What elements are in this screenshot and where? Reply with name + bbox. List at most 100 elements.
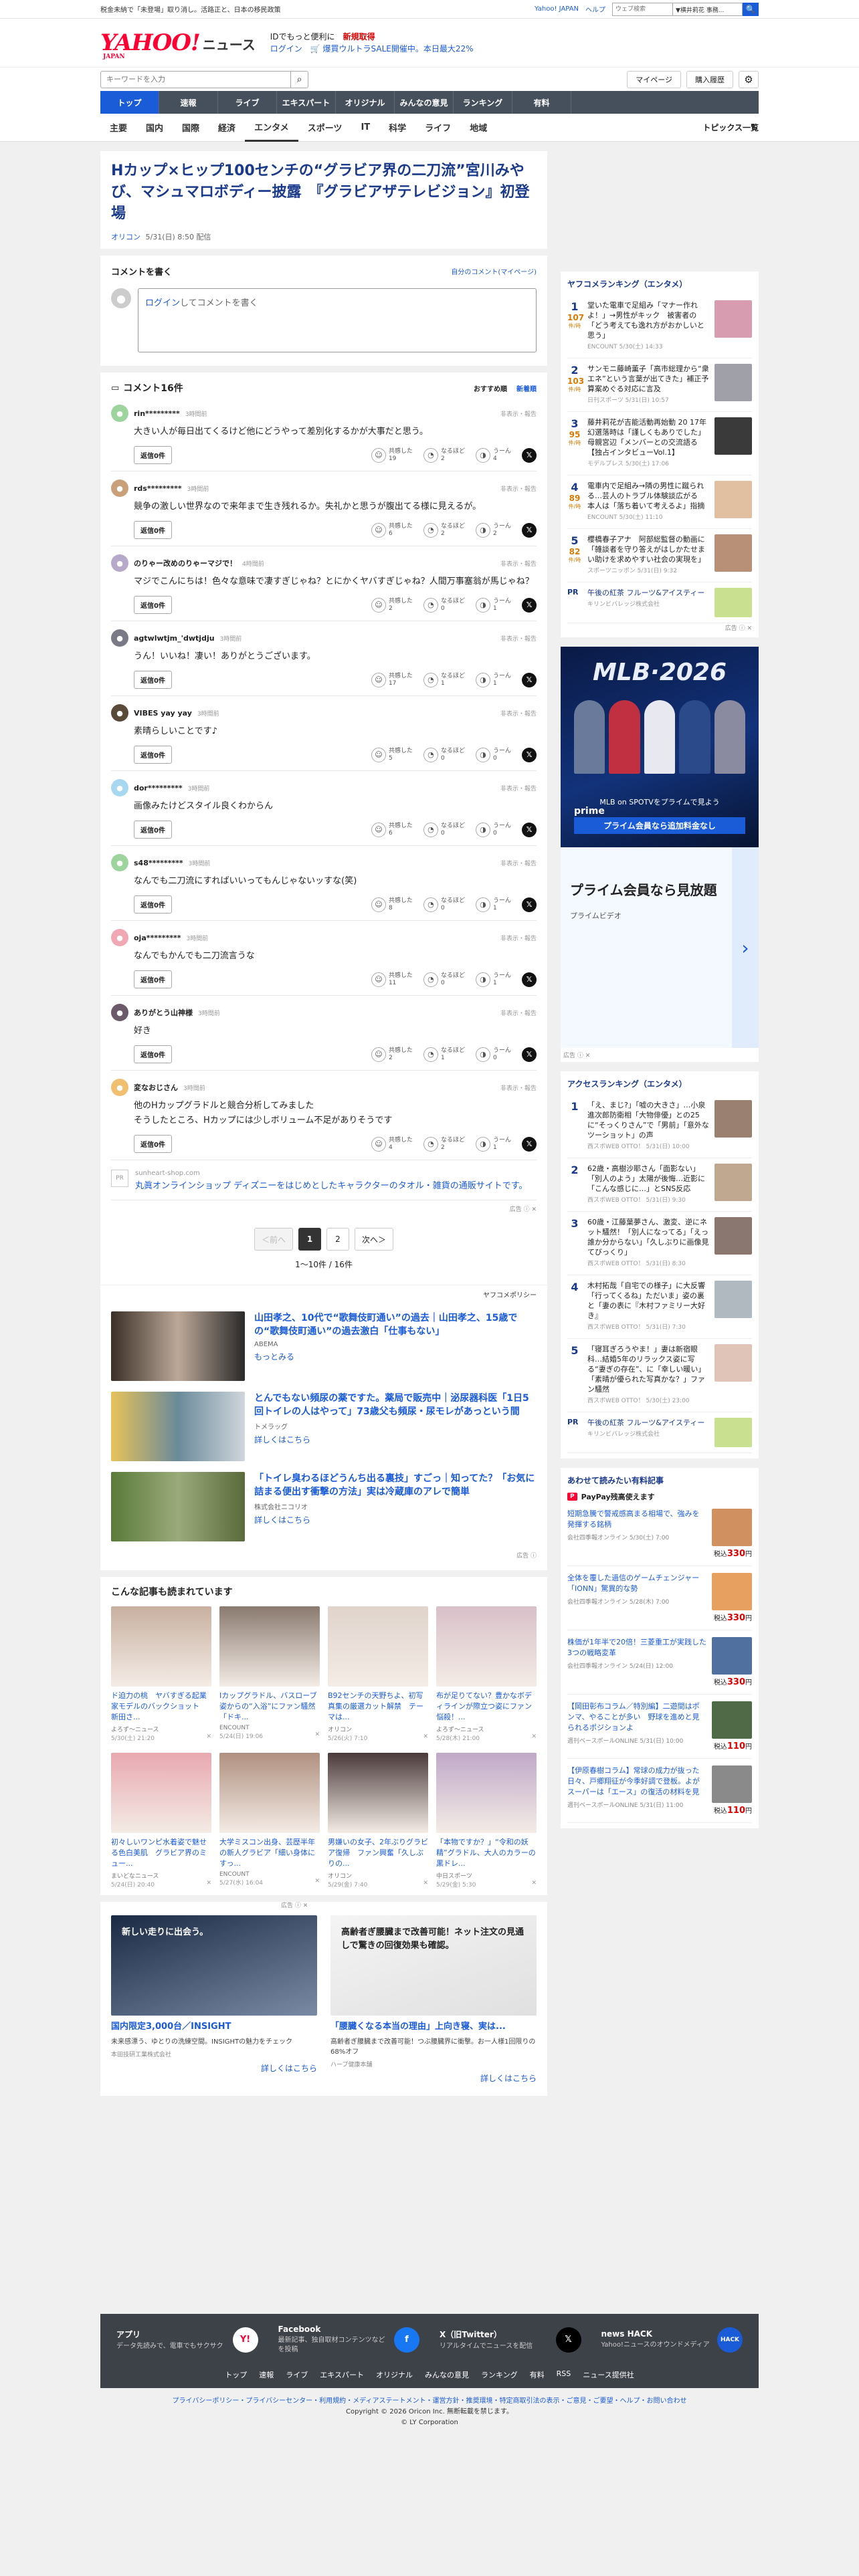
tab-7[interactable]: 有料	[512, 91, 571, 114]
avatar[interactable]: ●	[111, 405, 128, 422]
more-link[interactable]: 詳しくはこちら	[111, 2062, 317, 2074]
sponsored-article[interactable]: とんでもない頻尿の薬ですた。薬局で販売中｜泌尿器科医「1日5回トイレの人はやって…	[111, 1386, 537, 1467]
hide-report-link[interactable]: 非表示・報告	[500, 409, 537, 418]
react-insightful-button[interactable]: ◔ なるほど 0	[423, 972, 465, 987]
comment-author[interactable]: dor*********	[134, 784, 183, 792]
paid-article[interactable]: 全体を覆した過信のゲームチェンジャー「IONN」驚異的な勢 会社四季報オンライン …	[567, 1566, 752, 1630]
bottom-ad[interactable]: 高齢者ぎ腰臓まで改善可能！ネット注文の見通しで驚きの回復効果も確認。「腰臓くなる…	[330, 1915, 537, 2084]
category-tab-2[interactable]: 国際	[173, 114, 209, 142]
ranking-item[interactable]: 3 95 件/時 藤井莉花が吉能活動再始動 20 17年幻選落時は「謹しくもありでした…	[567, 412, 752, 475]
footer-x-link[interactable]: X（旧Twitter） リアルタイムでニュースを配信 𝕏	[440, 2325, 581, 2355]
access-ranking-item[interactable]: 1 「え、まじ?」「嘘の大きさ」…小泉進次郎防衛相「大物俳優」との25に“そっくり…	[567, 1095, 752, 1158]
top-promo-link[interactable]: 税金未納で「未登場」取り消し。活路正と、日本の移民政策	[100, 4, 535, 14]
x-share-icon[interactable]: 𝕏	[522, 1136, 537, 1152]
prime-video-ad[interactable]: MLB·2026 prime MLB on SPOTVをプライムで見よう プライ…	[561, 647, 759, 1062]
rank-image[interactable]	[714, 1217, 752, 1255]
paid-image[interactable]	[712, 1701, 752, 1739]
tab-0[interactable]: トップ	[100, 91, 159, 114]
avatar[interactable]: ●	[111, 704, 128, 722]
tab-5[interactable]: みんなの意見	[395, 91, 454, 114]
close-icon[interactable]: ✕	[531, 1733, 537, 1742]
footer-link-4[interactable]: オリジナル	[376, 2369, 413, 2380]
related-card[interactable]: Iカップグラドル、バスローブ姿からの“入浴”にファン騒然「ドキ... ENCOUN…	[219, 1606, 320, 1742]
paid-image[interactable]	[712, 1509, 752, 1546]
rank-image[interactable]	[714, 481, 752, 518]
react-hmm-button[interactable]: ◑ うーん 0	[475, 822, 511, 837]
comment-author[interactable]: VIBES yay yay	[134, 709, 192, 718]
react-empathy-button[interactable]: ☺ 共感した 4	[371, 1136, 413, 1152]
related-title[interactable]: 布が足りてない？豊かなボディラインが際立つ姿にファン悩殺！...	[436, 1691, 537, 1723]
rank-title[interactable]: 電車内で足組み→隣の男性に蹴られる…芸人のトラブル体験談広がる 本人は「落ち着い…	[587, 481, 709, 511]
hide-report-link[interactable]: 非表示・報告	[500, 634, 537, 643]
reply-button[interactable]: 返信0件	[134, 671, 172, 689]
related-card[interactable]: B92センチの天野ちよ、初写真集の厳選カット解禁 テーマは... オリコン 5/26…	[328, 1606, 428, 1742]
page-1-button[interactable]: 1	[298, 1228, 321, 1251]
bottom-ad-title[interactable]: 国内限定3,000台／INSIGHT	[111, 2021, 317, 2033]
comment-author[interactable]: 変なおじさん	[134, 1082, 178, 1093]
close-icon[interactable]: ✕	[314, 1731, 320, 1740]
sort-recommended[interactable]: おすすめ順	[474, 383, 507, 393]
x-share-icon[interactable]: 𝕏	[522, 672, 537, 687]
category-tab-1[interactable]: 国内	[136, 114, 173, 142]
reply-button[interactable]: 返信0件	[134, 821, 172, 839]
react-insightful-button[interactable]: ◔ なるほど 2	[423, 447, 465, 463]
close-icon[interactable]: ✕	[423, 1733, 428, 1742]
comment-policy-link[interactable]: ヤフコメポリシー	[100, 1285, 547, 1303]
x-share-icon[interactable]: 𝕏	[522, 972, 537, 987]
ad-label[interactable]: 広告 ⓘ ✕	[567, 623, 752, 632]
tab-2[interactable]: ライブ	[218, 91, 277, 114]
paid-title[interactable]: 【伊原春樹コラム】常球の成力が抜った日々、戸郷翔征が今季好調で登板。よがスーパー…	[567, 1765, 706, 1798]
footer-link-5[interactable]: みんなの意見	[425, 2369, 469, 2380]
rank-image[interactable]	[714, 1281, 752, 1318]
ranking-item[interactable]: 4 89 件/時 電車内で足組み→隣の男性に蹴られる…芸人のトラブル体験談広がる 本人…	[567, 475, 752, 529]
react-hmm-button[interactable]: ◑ うーん 1	[475, 597, 511, 613]
ad-label[interactable]: 広告 ⓘ	[111, 1547, 537, 1564]
hide-report-link[interactable]: 非表示・報告	[500, 784, 537, 792]
comment-author[interactable]: s48*********	[134, 859, 183, 867]
hide-report-link[interactable]: 非表示・報告	[500, 1008, 537, 1017]
react-insightful-button[interactable]: ◔ なるほど 0	[423, 897, 465, 912]
more-link[interactable]: 詳しくはこちら	[254, 1434, 537, 1445]
sponsored-image[interactable]	[111, 1392, 245, 1461]
close-icon[interactable]: ✕	[423, 1880, 428, 1889]
sponsored-image[interactable]	[111, 1311, 245, 1381]
react-insightful-button[interactable]: ◔ なるほど 1	[423, 1047, 465, 1062]
x-share-icon[interactable]: 𝕏	[522, 447, 537, 463]
comment-author[interactable]: agtwlwtjm_'dwtjdju	[134, 634, 215, 643]
footer-link-2[interactable]: ライブ	[286, 2369, 308, 2380]
rank-image[interactable]	[714, 300, 752, 338]
bottom-ad-image[interactable]: 高齢者ぎ腰臓まで改善可能！ネット注文の見通しで驚きの回復効果も確認。	[330, 1915, 537, 2016]
rank-image[interactable]	[714, 1164, 752, 1201]
sponsored-article[interactable]: 「トイレ臭わるほどうんち出る裏技」すごっ｜知ってた？「お気に詰まる便出す衝撃の方…	[111, 1467, 537, 1547]
reply-button[interactable]: 返信0件	[134, 446, 172, 464]
react-empathy-button[interactable]: ☺ 共感した 19	[371, 447, 413, 463]
bottom-ad-title[interactable]: 「腰臓くなる本当の理由」上向き寝、実は...	[330, 2021, 537, 2033]
new-id-link[interactable]: 新規取得	[343, 32, 375, 41]
related-card[interactable]: 大学ミスコン出身、芸歴半年の新人グラビア「細い身体にすっ... ENCOUNT 5/…	[219, 1753, 320, 1889]
related-image[interactable]	[328, 1753, 428, 1833]
react-hmm-button[interactable]: ◑ うーん 0	[475, 1047, 511, 1062]
paid-image[interactable]	[712, 1765, 752, 1803]
x-share-icon[interactable]: 𝕏	[522, 897, 537, 912]
close-icon[interactable]: ✕	[531, 1880, 537, 1889]
web-search-input[interactable]	[612, 2, 672, 16]
sort-newest[interactable]: 新着順	[516, 383, 537, 393]
related-image[interactable]	[219, 1606, 320, 1687]
ad-label[interactable]: 広告 ⓘ ✕	[281, 1901, 308, 1909]
related-card[interactable]: 布が足りてない？豊かなボディラインが際立つ姿にファン悩殺！... よろず～ニュース…	[436, 1606, 537, 1742]
rank-image[interactable]	[714, 1100, 752, 1138]
login-link[interactable]: ログイン	[270, 44, 302, 53]
sale-promo-link[interactable]: 🛒 爆買ウルトラSALE開催中。本日最大22%	[310, 44, 474, 53]
related-card[interactable]: 初々しいワンピ水着姿で魅せる色白美肌 グラビア界のミュー... まいどなニュース 5…	[111, 1753, 211, 1889]
react-empathy-button[interactable]: ☺ 共感した 5	[371, 747, 413, 762]
react-hmm-button[interactable]: ◑ うーん 1	[475, 972, 511, 987]
reply-button[interactable]: 返信0件	[134, 746, 172, 764]
react-insightful-button[interactable]: ◔ なるほど 0	[423, 822, 465, 837]
comment-author[interactable]: oja*********	[134, 934, 181, 942]
ad-label[interactable]: 広告 ⓘ ✕	[111, 1200, 537, 1217]
footer-link-6[interactable]: ランキング	[481, 2369, 518, 2380]
close-icon[interactable]: ✕	[206, 1880, 211, 1889]
related-image[interactable]	[436, 1606, 537, 1687]
related-title[interactable]: 大学ミスコン出身、芸歴半年の新人グラビア「細い身体にすっ...	[219, 1837, 320, 1869]
rank-image[interactable]	[714, 534, 752, 572]
